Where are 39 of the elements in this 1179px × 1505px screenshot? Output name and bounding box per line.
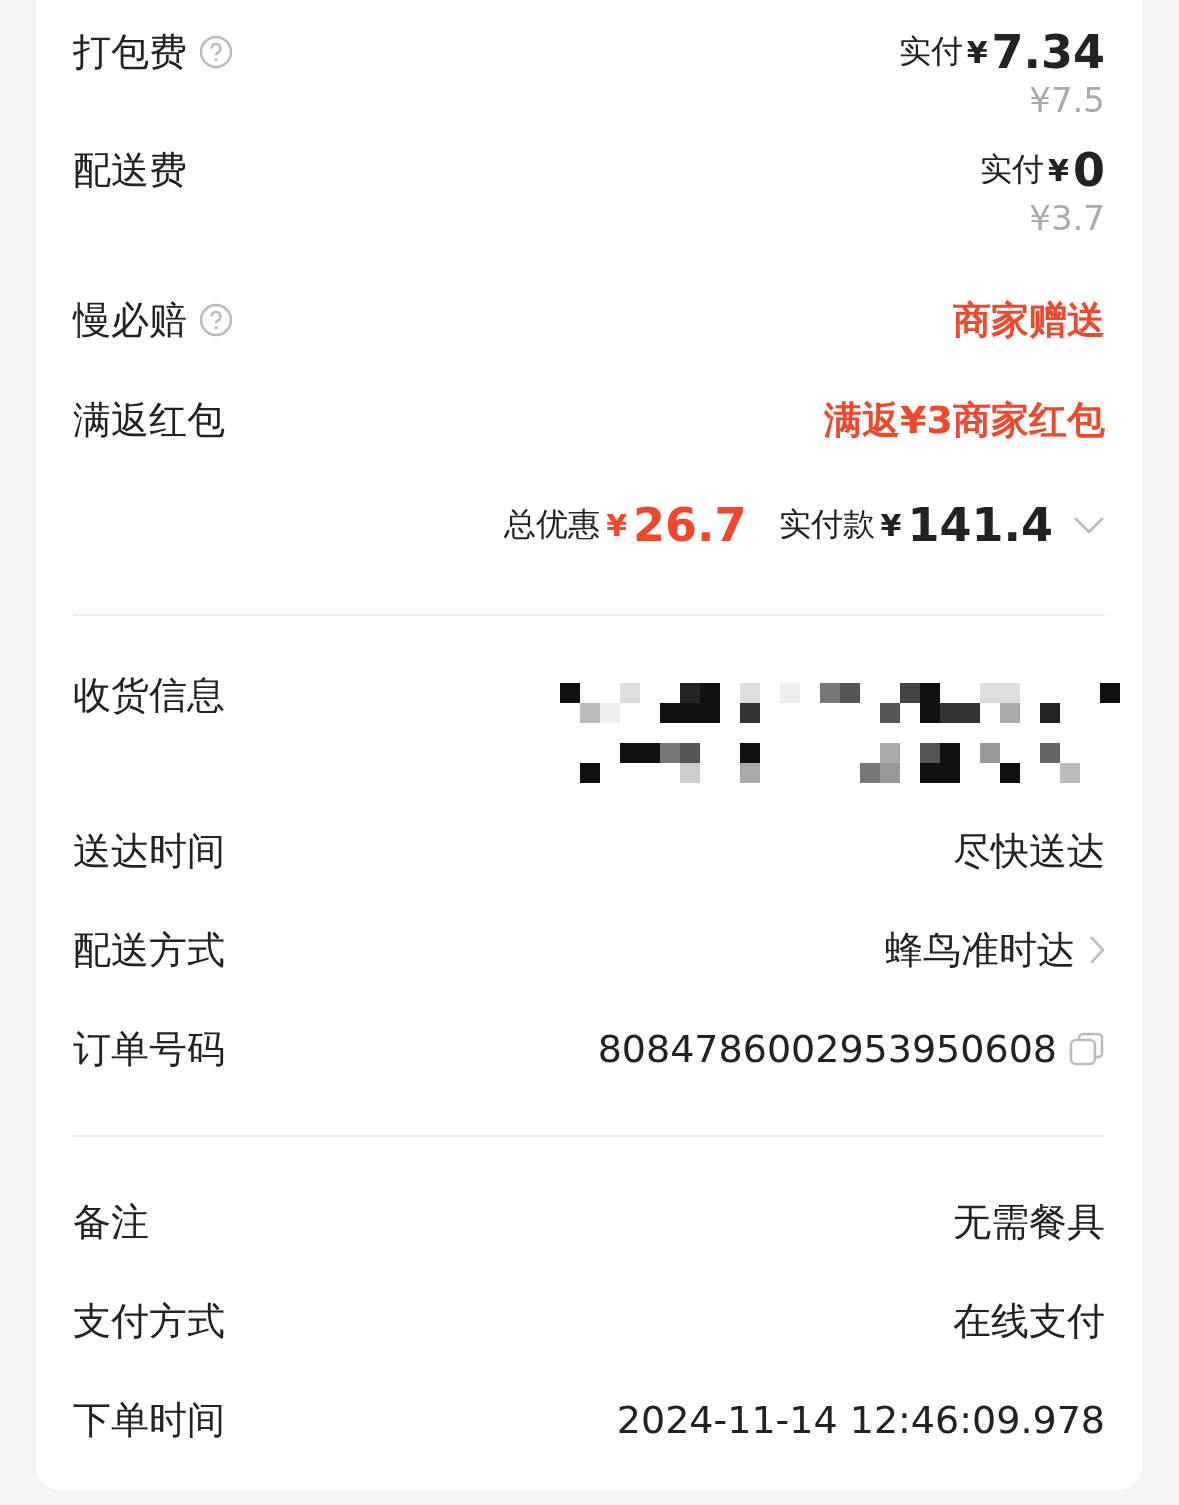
help-icon[interactable] [199, 35, 233, 69]
promo-text: 商家赠送 [953, 297, 1105, 344]
discount-amount: 26.7 [633, 498, 747, 552]
info-value: 无需餐具 [953, 1199, 1105, 1246]
info-value: 在线支付 [953, 1298, 1105, 1345]
paid-label: 实付 [898, 31, 963, 72]
fee-label: 满返红包 [73, 397, 225, 444]
total-paid-amount: 141.4 [907, 498, 1053, 552]
promo-text: 满返¥3商家红包 [824, 397, 1105, 444]
info-label: 支付方式 [73, 1298, 225, 1345]
currency-sign: ¥ [966, 34, 988, 70]
paid-amount: 0 [1073, 143, 1105, 197]
help-icon[interactable] [199, 303, 233, 337]
info-label: 订单号码 [73, 1026, 225, 1073]
currency-sign: ¥ [880, 507, 902, 543]
paid-label: 实付 [980, 149, 1045, 190]
original-price: ¥7.5 [1029, 82, 1105, 118]
chevron-down-icon [1073, 516, 1105, 534]
total-paid-label: 实付款 [778, 504, 875, 545]
fee-label: 慢必赔 [73, 297, 187, 344]
info-label: 收货信息 [73, 672, 225, 719]
info-label: 送达时间 [73, 828, 225, 875]
order-number: 8084786002953950608 [597, 1026, 1057, 1073]
info-label: 备注 [73, 1199, 149, 1246]
expand-toggle[interactable] [1073, 516, 1105, 534]
copy-icon[interactable] [1069, 1031, 1105, 1067]
chevron-right-icon [1089, 935, 1105, 965]
delivery-method-link[interactable]: 蜂鸟准时达 [885, 920, 1105, 980]
fee-label: 打包费 [73, 29, 187, 76]
info-label: 配送方式 [73, 927, 225, 974]
currency-sign: ¥ [606, 507, 628, 543]
info-label: 下单时间 [73, 1397, 225, 1444]
info-value: 2024-11-14 12:46:09.978 [616, 1397, 1105, 1444]
paid-amount: 7.34 [991, 25, 1105, 79]
original-price: ¥3.7 [1029, 200, 1105, 236]
currency-sign: ¥ [1048, 152, 1069, 188]
discount-label: 总优惠 [504, 504, 601, 545]
fee-label: 配送费 [73, 147, 187, 194]
info-value: 尽快送达 [953, 828, 1105, 875]
